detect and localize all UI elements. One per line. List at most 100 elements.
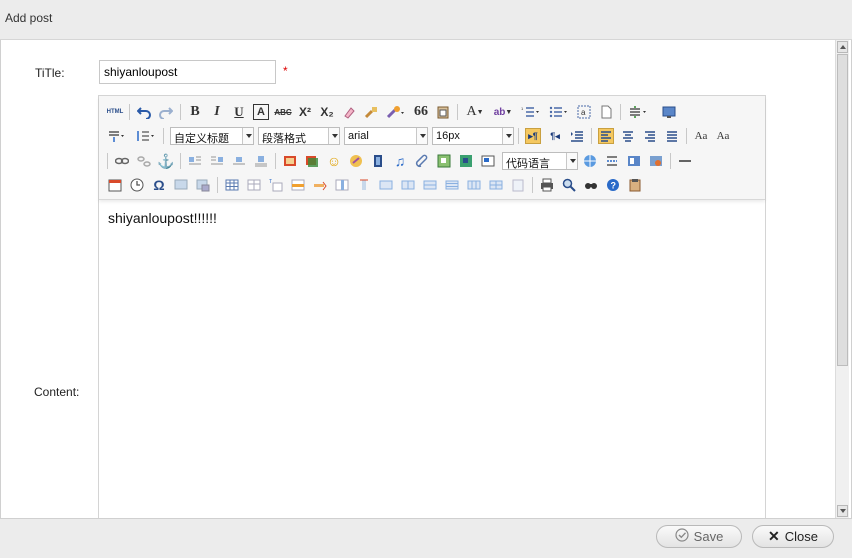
indent-icon[interactable]	[569, 128, 585, 144]
unordered-list-icon[interactable]	[548, 104, 570, 120]
subscript-icon[interactable]: X₂	[319, 104, 335, 120]
scroll-up-icon[interactable]	[837, 41, 848, 53]
search-icon[interactable]	[561, 177, 577, 193]
font-size-select[interactable]: 16px	[432, 127, 514, 145]
gmap-icon[interactable]	[458, 153, 474, 169]
html-source-icon[interactable]: HTML	[107, 104, 124, 120]
ltr-direction-icon[interactable]: ▸¶	[525, 128, 541, 144]
custom-heading-select[interactable]: 自定义标题	[170, 127, 254, 145]
align-right-icon[interactable]	[642, 128, 658, 144]
line-height-icon[interactable]	[135, 128, 157, 144]
image-center-icon[interactable]	[253, 153, 269, 169]
font-color-icon[interactable]: A ▼	[464, 104, 486, 120]
vertical-scrollbar[interactable]	[835, 40, 849, 518]
save-label: Save	[693, 529, 724, 544]
multi-image-icon[interactable]	[304, 153, 320, 169]
delete-col-icon[interactable]	[356, 177, 372, 193]
insert-row-icon[interactable]	[290, 177, 306, 193]
close-label: Close	[784, 529, 818, 544]
delete-row-icon[interactable]	[312, 177, 328, 193]
insert-table-icon[interactable]	[224, 177, 240, 193]
link-icon[interactable]	[114, 153, 130, 169]
ordered-list-icon[interactable]: 1	[520, 104, 542, 120]
save-button[interactable]: Save	[656, 525, 742, 548]
lowercase-icon[interactable]: Aa	[715, 128, 731, 144]
insert-paragraph-before-table-icon[interactable]: T	[268, 177, 284, 193]
format-painter-icon[interactable]	[363, 104, 379, 120]
align-left-icon[interactable]	[598, 128, 614, 144]
new-document-icon[interactable]	[598, 104, 614, 120]
background-icon[interactable]	[648, 153, 664, 169]
divider	[620, 104, 621, 120]
title-input[interactable]	[99, 60, 276, 84]
image-left-icon[interactable]	[187, 153, 203, 169]
row-spacing-icon[interactable]	[627, 104, 649, 120]
divider	[180, 104, 181, 120]
anchor-icon[interactable]: ⚓	[157, 153, 174, 169]
scroll-down-icon[interactable]	[837, 505, 848, 517]
horizontal-rule-icon[interactable]	[677, 153, 693, 169]
snap-screen-icon[interactable]	[173, 177, 189, 193]
blockquote-icon[interactable]: 66	[413, 104, 429, 120]
bold-icon[interactable]: B	[187, 104, 203, 120]
preview-icon[interactable]	[661, 104, 677, 120]
drafts-icon[interactable]	[627, 177, 643, 193]
split-to-rows-icon[interactable]	[444, 177, 460, 193]
paragraph-spacing-icon[interactable]	[107, 128, 129, 144]
eraser-icon[interactable]	[341, 104, 357, 120]
special-chars-icon[interactable]: Ω	[151, 177, 167, 193]
insert-frame-icon[interactable]	[480, 153, 496, 169]
music-icon[interactable]: ♫	[392, 153, 408, 169]
insert-col-icon[interactable]	[334, 177, 350, 193]
image-none-icon[interactable]	[231, 153, 247, 169]
align-center-icon[interactable]	[620, 128, 636, 144]
merge-cells-icon[interactable]	[378, 177, 394, 193]
map-icon[interactable]	[436, 153, 452, 169]
split-to-cols-icon[interactable]	[466, 177, 482, 193]
rtl-direction-icon[interactable]: ¶◂	[547, 128, 563, 144]
merge-right-icon[interactable]	[400, 177, 416, 193]
divider	[532, 177, 533, 193]
emotion-icon[interactable]: ☺	[326, 153, 342, 169]
auto-format-icon[interactable]	[385, 104, 407, 120]
word-image-icon[interactable]	[195, 177, 211, 193]
attachment-icon[interactable]	[414, 153, 430, 169]
template-icon[interactable]	[626, 153, 642, 169]
divider	[129, 104, 130, 120]
underline-icon[interactable]: U	[231, 104, 247, 120]
help-icon[interactable]: ?	[605, 177, 621, 193]
undo-icon[interactable]	[136, 104, 152, 120]
page-break-icon[interactable]	[604, 153, 620, 169]
delete-table-icon[interactable]	[246, 177, 262, 193]
redo-icon[interactable]	[158, 104, 174, 120]
date-icon[interactable]	[107, 177, 123, 193]
insert-image-icon[interactable]	[282, 153, 298, 169]
italic-icon[interactable]: I	[209, 104, 225, 120]
font-family-select[interactable]: arial	[344, 127, 428, 145]
merge-down-icon[interactable]	[422, 177, 438, 193]
superscript-icon[interactable]: X²	[297, 104, 313, 120]
select-all-icon[interactable]: a	[576, 104, 592, 120]
uppercase-icon[interactable]: Aa	[693, 128, 709, 144]
paste-plain-icon[interactable]	[435, 104, 451, 120]
scrawl-icon[interactable]	[348, 153, 364, 169]
scrollbar-thumb[interactable]	[837, 54, 848, 366]
strikethrough-icon[interactable]: ABC	[274, 104, 291, 120]
time-icon[interactable]	[129, 177, 145, 193]
close-button[interactable]: ✕ Close	[752, 525, 834, 548]
video-icon[interactable]	[370, 153, 386, 169]
highlight-color-icon[interactable]: ab ▼	[492, 104, 514, 120]
align-justify-icon[interactable]	[664, 128, 680, 144]
unlink-icon[interactable]	[136, 153, 152, 169]
editor-content[interactable]: shiyanloupost!!!!!!	[108, 210, 217, 226]
web-page-icon[interactable]	[582, 153, 598, 169]
find-replace-icon[interactable]	[583, 177, 599, 193]
code-language-select[interactable]: 代码语言	[502, 152, 578, 170]
chart-icon[interactable]	[510, 177, 526, 193]
image-right-icon[interactable]	[209, 153, 225, 169]
chevron-down-icon	[566, 153, 577, 169]
font-border-icon[interactable]: A	[253, 104, 269, 120]
paragraph-format-select[interactable]: 段落格式	[258, 127, 340, 145]
split-to-cells-icon[interactable]	[488, 177, 504, 193]
print-icon[interactable]	[539, 177, 555, 193]
